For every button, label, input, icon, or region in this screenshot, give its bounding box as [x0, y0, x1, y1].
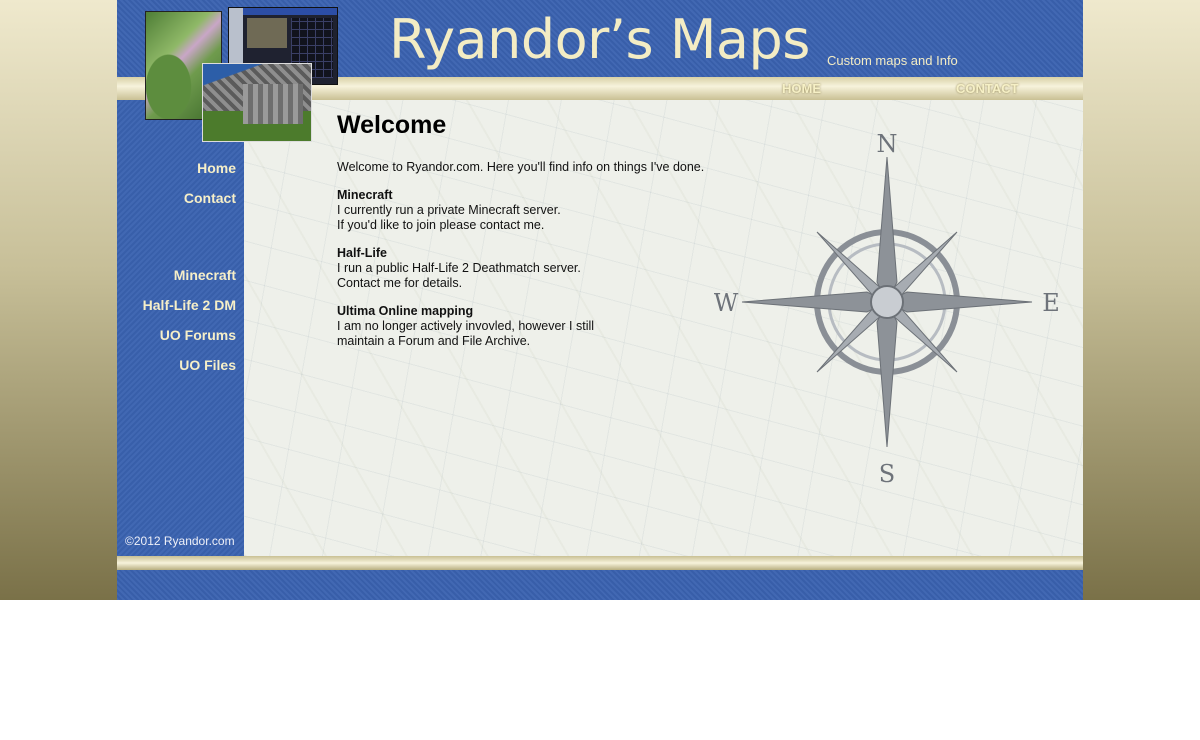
- section-title: Half-Life: [337, 246, 387, 260]
- compass-west-label: W: [714, 289, 739, 317]
- main-content: Welcome Welcome to Ryandor.com. Here you…: [244, 100, 1083, 556]
- section-half-life: Half-Life I run a public Half-Life 2 Dea…: [337, 246, 581, 291]
- site-title: Ryandor’s Maps: [389, 8, 810, 71]
- compass-rose-image: N S E W: [714, 130, 1059, 488]
- site-container: Ryandor’s Maps Custom maps and Info HOME…: [117, 0, 1083, 600]
- section-line: If you'd like to join please contact me.: [337, 218, 545, 232]
- section-line: I am no longer actively invovled, howeve…: [337, 319, 595, 333]
- sidebar-item-uo-files[interactable]: UO Files: [179, 357, 236, 373]
- footer-bar: [117, 556, 1083, 570]
- section-line: Contact me for details.: [337, 276, 463, 290]
- top-nav-contact-link[interactable]: CONTACT: [956, 81, 1019, 96]
- copyright-text: ©2012 Ryandor.com: [125, 534, 235, 548]
- sidebar-item-uo-forums[interactable]: UO Forums: [160, 327, 236, 343]
- compass-center: [870, 285, 904, 319]
- editor-viewport: [247, 18, 287, 48]
- compass-south-label: S: [879, 460, 895, 488]
- compass-north-label: N: [877, 130, 898, 158]
- site-tagline: Custom maps and Info: [827, 53, 958, 68]
- section-line: I run a public Half-Life 2 Deathmatch se…: [337, 261, 581, 275]
- compass-east-label: E: [1042, 289, 1059, 317]
- minecraft-screenshot-image: [202, 63, 312, 142]
- section-line: I currently run a private Minecraft serv…: [337, 203, 561, 217]
- footer: [117, 570, 1083, 600]
- intro-text: Welcome to Ryandor.com. Here you'll find…: [337, 160, 705, 174]
- section-title: Minecraft: [337, 188, 393, 202]
- top-nav-home-link[interactable]: HOME: [782, 81, 821, 96]
- sidebar-item-minecraft[interactable]: Minecraft: [174, 267, 236, 283]
- section-line: maintain a Forum and File Archive.: [337, 334, 531, 348]
- page-title: Welcome: [337, 111, 447, 139]
- sidebar: Home Contact Minecraft Half-Life 2 DM UO…: [117, 100, 244, 556]
- section-ultima-online: Ultima Online mapping I am no longer act…: [337, 304, 594, 349]
- sidebar-item-half-life-2-dm[interactable]: Half-Life 2 DM: [143, 297, 236, 313]
- section-title: Ultima Online mapping: [337, 304, 474, 318]
- minecraft-stone: [243, 84, 303, 124]
- sidebar-item-contact[interactable]: Contact: [184, 190, 236, 206]
- editor-titlebar: [229, 8, 337, 15]
- sidebar-item-home[interactable]: Home: [197, 160, 236, 176]
- section-minecraft: Minecraft I currently run a private Mine…: [337, 188, 561, 233]
